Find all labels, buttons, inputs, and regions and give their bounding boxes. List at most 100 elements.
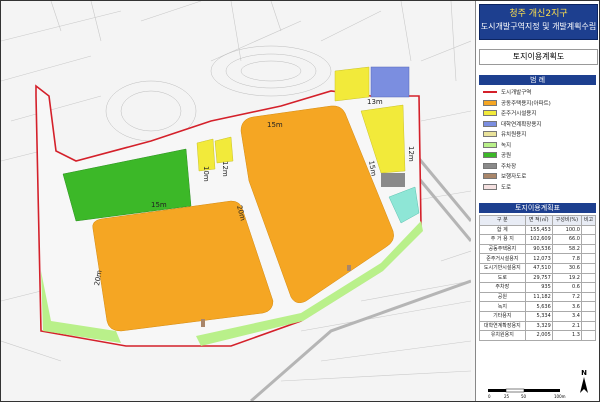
table-cell: 58.2 bbox=[551, 243, 582, 255]
table-cell: 3,329 bbox=[524, 320, 553, 332]
table-cell bbox=[580, 234, 597, 245]
table-cell: 100.0 bbox=[551, 224, 582, 236]
legend-swatch bbox=[483, 110, 497, 117]
legend-label: 도로 bbox=[501, 184, 512, 191]
map-title: 토지이용계획도 bbox=[479, 49, 598, 65]
table-cell: 29,757 bbox=[524, 272, 553, 284]
table-cell: 합 계 bbox=[479, 224, 526, 236]
table-cell: 155,453 bbox=[524, 224, 553, 236]
legend-item: 공원 bbox=[479, 150, 596, 161]
legend: 도시개발구역공동주택용지(아파트) 준주거시설용지대학연계확장용지유치원용지녹지 공… bbox=[479, 87, 596, 192]
road-label: 12m bbox=[221, 161, 229, 177]
table-cell: 7.2 bbox=[551, 291, 582, 303]
info-panel: 청주 개신2지구 도시개발구역지정 및 개발계획수립 토지이용계획도 범 례 도… bbox=[475, 1, 599, 401]
table-cell: 공원 bbox=[479, 291, 526, 303]
legend-label: 도시개발구역 bbox=[501, 90, 532, 97]
table-cell: 주 거 용 지 bbox=[479, 234, 526, 245]
table-cell: 기타용지 bbox=[479, 310, 526, 322]
table-cell bbox=[580, 301, 597, 312]
legend-swatch bbox=[483, 141, 497, 148]
table-cell: 19.2 bbox=[551, 272, 582, 284]
table-cell: 유치원용지 bbox=[479, 330, 526, 341]
scale-bar: 0 25 50 100m bbox=[488, 388, 566, 399]
table-cell: 7.8 bbox=[551, 253, 582, 264]
legend-heading: 범 례 bbox=[479, 75, 596, 85]
table-cell bbox=[580, 282, 597, 293]
table-header: 비고 bbox=[580, 215, 597, 226]
sheet-title: 청주 개신2지구 도시개발구역지정 및 개발계획수립 bbox=[479, 4, 598, 40]
north-label: N bbox=[581, 369, 587, 377]
commercial-block bbox=[214, 136, 234, 164]
table-header: 구 분 bbox=[479, 215, 526, 226]
commercial-block bbox=[334, 66, 370, 102]
table-cell: 30.6 bbox=[551, 262, 582, 274]
legend-item: 유치원용지 bbox=[479, 129, 596, 140]
table-cell: 준주거시설용지 bbox=[479, 253, 526, 264]
table-cell: 66.0 bbox=[551, 234, 582, 245]
table-cell: 주차장 bbox=[479, 282, 526, 293]
table-row: 대학연계확장용지 3,329 2.1 bbox=[479, 320, 597, 332]
table-row: 합 계 155,453 100.0 bbox=[479, 224, 597, 236]
table-cell: 0.6 bbox=[551, 282, 582, 293]
legend-label: 준주거시설용지 bbox=[501, 111, 537, 118]
table-cell: 2.1 bbox=[551, 320, 582, 332]
table-cell: 도로 bbox=[479, 272, 526, 284]
pedestrian-path bbox=[347, 265, 351, 271]
table-cell: 2,005 bbox=[524, 330, 553, 341]
legend-item: 녹지 bbox=[479, 140, 596, 151]
table-cell: 대학연계확장용지 bbox=[479, 320, 526, 332]
road-label: 13m bbox=[367, 98, 383, 106]
pedestrian-path bbox=[201, 319, 205, 327]
table-row: 유치원용지 2,005 1.3 bbox=[479, 330, 597, 341]
table-cell: 12,073 bbox=[524, 253, 553, 264]
legend-label: 녹지 bbox=[501, 142, 512, 149]
legend-swatch bbox=[483, 120, 497, 127]
legend-label: 대학연계확장용지 bbox=[501, 121, 542, 128]
legend-swatch bbox=[483, 173, 497, 180]
land-use-table: 구 분면 적(㎡) 구성비(%) 비고 합 계 155,453 100.0 주 거 용 지… bbox=[479, 215, 597, 341]
legend-item: 주차장 bbox=[479, 161, 596, 172]
legend-label: 유치원용지 bbox=[501, 132, 527, 139]
legend-item: 도시개발구역 bbox=[479, 87, 596, 98]
legend-swatch bbox=[483, 183, 497, 190]
legend-item: 대학연계확장용지 bbox=[479, 119, 596, 130]
table-row: 공원 11,182 7.2 bbox=[479, 291, 597, 303]
table-cell: 1.3 bbox=[551, 330, 582, 341]
table-cell bbox=[580, 330, 597, 341]
table-header: 구성비(%) bbox=[551, 215, 582, 226]
road-label: 12m bbox=[407, 146, 415, 162]
table-row: 주 거 용 지 102,609 66.0 bbox=[479, 234, 597, 245]
table-cell bbox=[580, 262, 597, 274]
table-header: 면 적(㎡) bbox=[524, 215, 553, 226]
table-heading: 토지이용계획표 bbox=[479, 203, 596, 213]
table-cell bbox=[580, 310, 597, 322]
road-label: 15m bbox=[267, 121, 283, 129]
title-subtitle: 도시개발구역지정 및 개발계획수립 bbox=[480, 22, 597, 31]
table-cell: 102,609 bbox=[524, 234, 553, 245]
table-cell bbox=[580, 224, 597, 236]
land-use-map: 15m 15m 10m 12m 20m 15m 12m 13m 20m bbox=[1, 1, 471, 401]
table-row: 공동주택용지 90,536 58.2 bbox=[479, 243, 597, 255]
parking-lot bbox=[381, 173, 405, 187]
university-expansion-area bbox=[370, 66, 410, 98]
table-row: 기타용지 5,334 3.4 bbox=[479, 310, 597, 322]
table-cell: 5,636 bbox=[524, 301, 553, 312]
table-cell: 5,334 bbox=[524, 310, 553, 322]
legend-item: 공동주택용지(아파트) bbox=[479, 98, 596, 109]
scale-tick: 50 bbox=[521, 394, 527, 399]
table-cell: 3.4 bbox=[551, 310, 582, 322]
legend-swatch bbox=[483, 131, 497, 138]
table-cell: 녹지 bbox=[479, 301, 526, 312]
legend-swatch bbox=[483, 162, 497, 169]
legend-label: 보행자도로 bbox=[501, 174, 527, 181]
legend-item: 보행자도로 bbox=[479, 171, 596, 182]
legend-swatch bbox=[483, 152, 497, 159]
legend-swatch bbox=[483, 91, 497, 94]
table-cell: 90,536 bbox=[524, 243, 553, 255]
north-arrow-icon: N bbox=[580, 369, 588, 393]
legend-item: 준주거시설용지 bbox=[479, 108, 596, 119]
legend-label: 공동주택용지(아파트) bbox=[501, 100, 551, 107]
table-cell bbox=[580, 320, 597, 332]
scale-tick: 25 bbox=[504, 394, 510, 399]
table-cell bbox=[580, 253, 597, 264]
